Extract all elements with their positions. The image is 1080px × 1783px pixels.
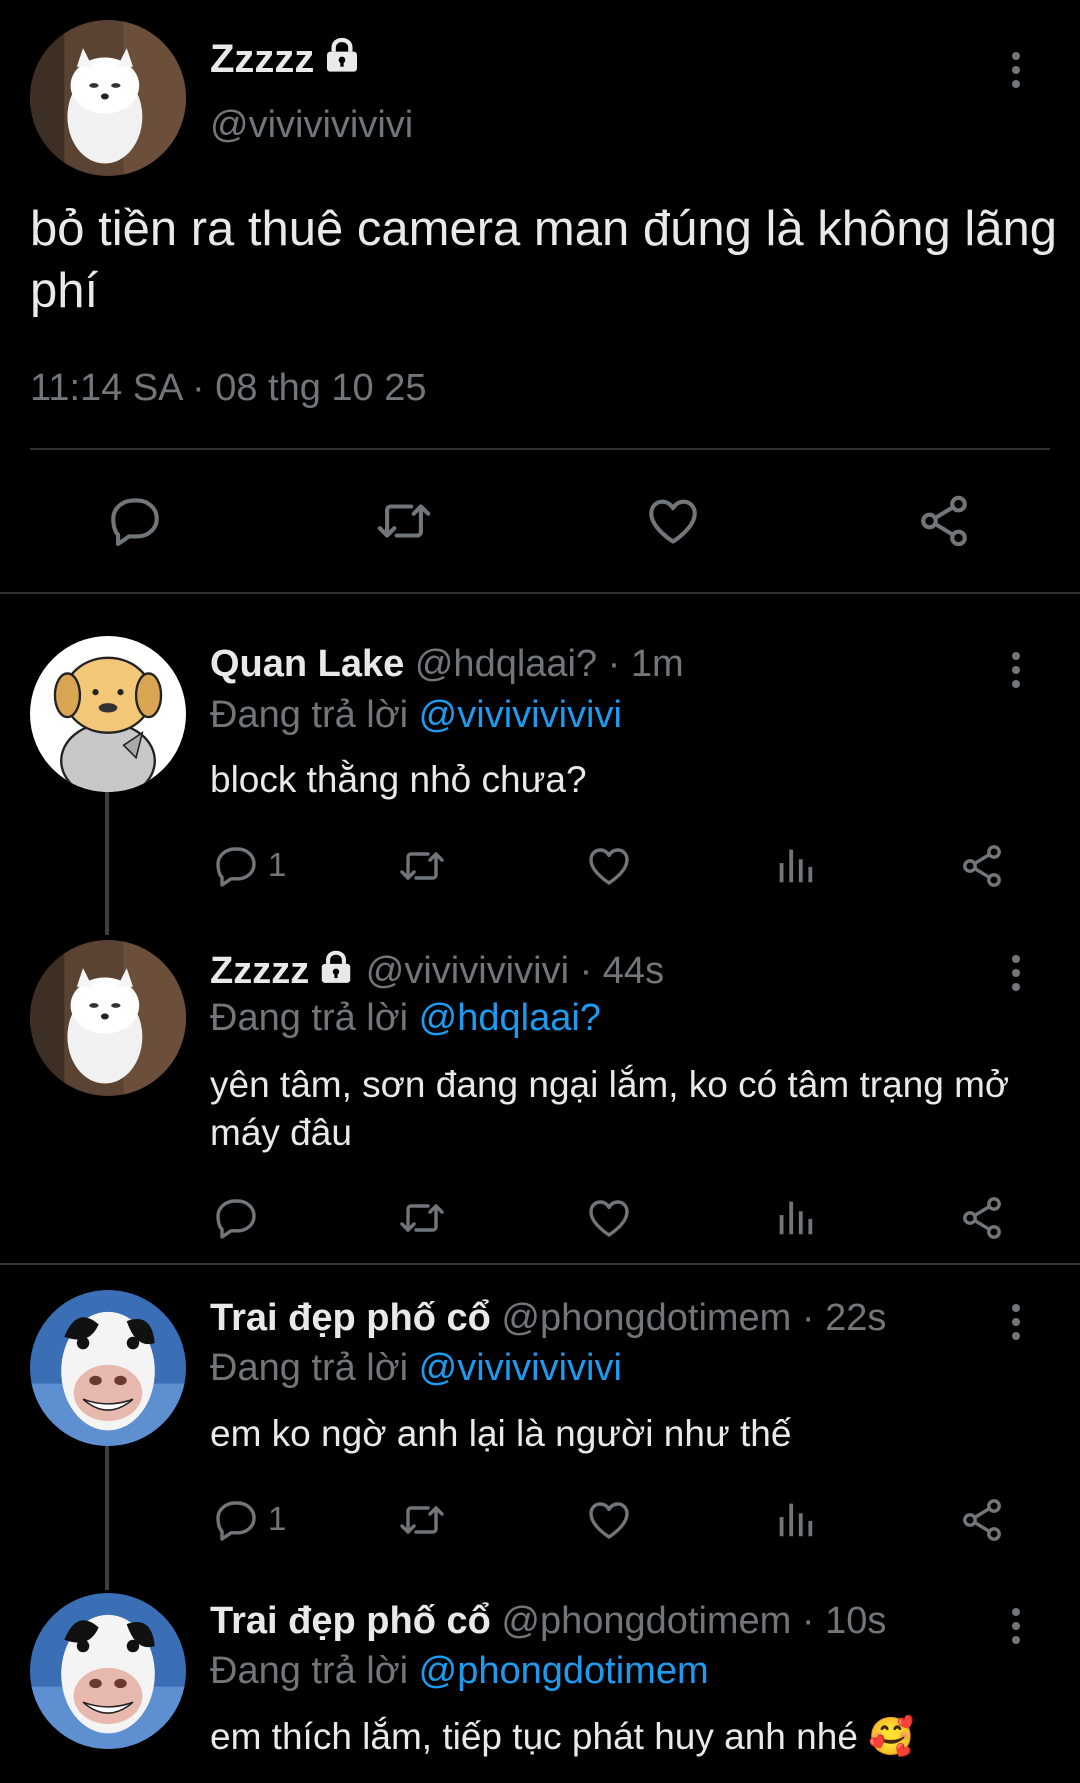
replying-to-link[interactable]: @vivivivivivi bbox=[419, 694, 622, 736]
divider bbox=[0, 1263, 1080, 1265]
reply-handle[interactable]: @phongdotimem bbox=[501, 1297, 791, 1339]
reply-header: Quan Lake @hdqlaai? · 1m bbox=[210, 643, 684, 685]
reply-author-name[interactable]: Quan Lake bbox=[210, 643, 404, 685]
reply-avatar[interactable] bbox=[30, 636, 186, 792]
divider bbox=[30, 448, 1050, 450]
like-icon[interactable] bbox=[643, 492, 703, 550]
share-icon[interactable] bbox=[958, 1194, 1006, 1242]
share-icon[interactable] bbox=[914, 492, 974, 550]
main-tweet-actions bbox=[0, 492, 1080, 552]
share-icon[interactable] bbox=[958, 1496, 1006, 1544]
reply-age: 10s bbox=[825, 1600, 887, 1642]
views-icon[interactable] bbox=[772, 1194, 818, 1240]
main-author-name[interactable]: Zzzzz bbox=[210, 37, 314, 81]
retweet-icon[interactable] bbox=[396, 842, 448, 890]
main-tweet-time: 11:14 SA bbox=[30, 367, 182, 409]
reply-text: em thích lắm, tiếp tục phát huy anh nhé … bbox=[210, 1716, 915, 1757]
lock-icon bbox=[317, 948, 355, 986]
replying-label: Đang trả lời bbox=[210, 997, 409, 1039]
reply-text: block thằng nhỏ chưa? bbox=[210, 759, 587, 800]
reply-handle[interactable]: @vivivivivivi bbox=[366, 950, 569, 992]
reply-more-icon[interactable] bbox=[996, 640, 1036, 700]
main-tweet-text: bỏ tiền ra thuê camera man đúng là không… bbox=[30, 202, 1057, 318]
retweet-icon[interactable] bbox=[396, 1194, 448, 1242]
replying-to-line: Đang trả lời @hdqlaai? bbox=[210, 997, 601, 1040]
reply-more-icon[interactable] bbox=[996, 1292, 1036, 1352]
reply-actions: 1 bbox=[0, 838, 1080, 898]
main-author-avatar[interactable] bbox=[30, 20, 186, 176]
retweet-icon[interactable] bbox=[372, 492, 436, 550]
replying-to-link[interactable]: @phongdotimem bbox=[419, 1650, 709, 1692]
reply-avatar[interactable] bbox=[30, 1290, 186, 1446]
timestamp-separator: · bbox=[181, 367, 216, 409]
main-author-handle[interactable]: @vivivivivivi bbox=[210, 104, 413, 147]
replying-label: Đang trả lời bbox=[210, 694, 409, 736]
like-icon[interactable] bbox=[585, 1496, 633, 1544]
reply-age: 44s bbox=[602, 950, 665, 992]
like-icon[interactable] bbox=[585, 842, 633, 890]
reply-handle[interactable]: @hdqlaai? bbox=[415, 643, 597, 685]
views-icon[interactable] bbox=[772, 1496, 818, 1542]
main-tweet-date: 08 thg 10 25 bbox=[215, 367, 427, 409]
replying-to-line: Đang trả lời @vivivivivivi bbox=[210, 694, 622, 737]
reply-text: yên tâm, sơn đang ngại lắm, ko có tâm tr… bbox=[210, 1064, 1010, 1153]
reply-author-name[interactable]: Trai đẹp phố cổ bbox=[210, 1600, 491, 1642]
reply-icon[interactable] bbox=[106, 492, 164, 550]
divider bbox=[0, 592, 1080, 594]
reply-author-name[interactable]: Zzzzz bbox=[210, 950, 309, 992]
views-icon[interactable] bbox=[772, 842, 818, 888]
reply-header: Zzzzz @vivivivivivi · 44s bbox=[210, 948, 665, 992]
like-icon[interactable] bbox=[585, 1194, 633, 1242]
reply-more-icon[interactable] bbox=[996, 1596, 1036, 1656]
reply-author-name[interactable]: Trai đẹp phố cổ bbox=[210, 1297, 491, 1339]
reply-more-icon[interactable] bbox=[996, 943, 1036, 1003]
reply-avatar[interactable] bbox=[30, 940, 186, 1096]
main-author-name-row[interactable]: Zzzzz bbox=[210, 35, 362, 82]
replying-label: Đang trả lời bbox=[210, 1347, 409, 1389]
lock-icon bbox=[322, 35, 362, 75]
reply-count: 1 bbox=[268, 1500, 287, 1537]
retweet-icon[interactable] bbox=[396, 1496, 448, 1544]
replying-to-line: Đang trả lời @vivivivivivi bbox=[210, 1347, 622, 1390]
reply-icon[interactable] bbox=[212, 842, 260, 890]
reply-age: 1m bbox=[630, 643, 684, 685]
reply-actions bbox=[0, 1190, 1080, 1250]
reply-header: Trai đẹp phố cổ @phongdotimem · 10s bbox=[210, 1600, 887, 1642]
replying-label: Đang trả lời bbox=[210, 1650, 409, 1692]
reply-avatar[interactable] bbox=[30, 1593, 186, 1749]
reply-actions: 1 bbox=[0, 1492, 1080, 1552]
reply-count: 1 bbox=[268, 846, 287, 883]
reply-handle[interactable]: @phongdotimem bbox=[501, 1600, 791, 1642]
reply-text: em ko ngờ anh lại là người như thế bbox=[210, 1413, 792, 1454]
reply-icon[interactable] bbox=[212, 1194, 260, 1242]
replying-to-line: Đang trả lời @phongdotimem bbox=[210, 1650, 709, 1693]
replying-to-link[interactable]: @vivivivivivi bbox=[419, 1347, 622, 1389]
reply-age: 22s bbox=[825, 1297, 887, 1339]
reply-icon[interactable] bbox=[212, 1496, 260, 1544]
reply-header: Trai đẹp phố cổ @phongdotimem · 22s bbox=[210, 1297, 887, 1339]
share-icon[interactable] bbox=[958, 842, 1006, 890]
main-more-icon[interactable] bbox=[996, 40, 1036, 100]
replying-to-link[interactable]: @hdqlaai? bbox=[419, 997, 601, 1039]
main-tweet-timestamp[interactable]: 11:14 SA · 08 thg 10 25 bbox=[30, 367, 427, 410]
